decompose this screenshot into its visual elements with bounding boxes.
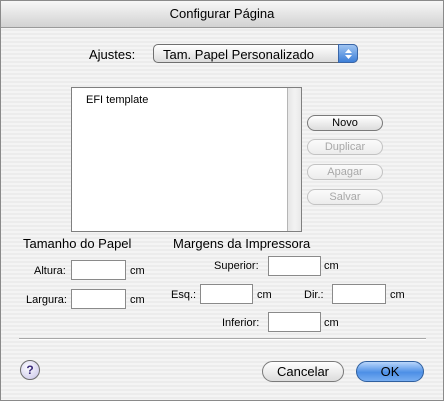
right-margin-label: Dir.: [304, 289, 324, 301]
title-bar: Configurar Página [1, 1, 443, 28]
paper-size-heading: Tamanho do Papel [23, 236, 132, 251]
left-margin-label: Esq.: [171, 289, 197, 301]
divider [19, 338, 426, 340]
left-margin-unit: cm [257, 289, 272, 301]
save-button[interactable]: Salvar [307, 189, 383, 205]
page-setup-dialog: Configurar Página Ajustes: Tam. Papel Pe… [0, 0, 444, 401]
bottom-margin-unit: cm [324, 317, 339, 329]
width-unit: cm [130, 294, 145, 306]
duplicate-button[interactable]: Duplicar [307, 139, 383, 155]
right-margin-field[interactable] [332, 284, 386, 304]
bottom-margin-label: Inferior: [222, 317, 260, 329]
new-button[interactable]: Novo [307, 115, 383, 131]
height-unit: cm [130, 265, 145, 277]
right-margin-unit: cm [390, 289, 405, 301]
ok-button[interactable]: OK [356, 361, 424, 382]
settings-popup-value: Tam. Papel Personalizado [163, 47, 315, 62]
help-icon: ? [26, 363, 34, 377]
top-margin-label: Superior: [214, 260, 259, 272]
list-scrollbar[interactable] [287, 88, 301, 231]
help-button[interactable]: ? [20, 360, 40, 380]
popup-arrows-icon [338, 44, 358, 63]
left-margin-field[interactable] [200, 284, 253, 304]
height-field[interactable] [71, 260, 126, 280]
width-label: Largura: [26, 294, 67, 306]
height-label: Altura: [34, 265, 66, 277]
width-field[interactable] [71, 289, 126, 309]
bottom-margin-field[interactable] [268, 312, 321, 332]
margins-heading: Margens da Impressora [173, 236, 311, 251]
window-title: Configurar Página [169, 6, 275, 21]
cancel-button[interactable]: Cancelar [262, 361, 344, 382]
settings-popup[interactable]: Tam. Papel Personalizado [153, 44, 358, 63]
top-margin-unit: cm [324, 260, 339, 272]
top-margin-field[interactable] [268, 256, 321, 276]
list-item[interactable]: EFI template [86, 94, 148, 106]
paper-size-list[interactable]: EFI template [71, 87, 302, 232]
delete-button[interactable]: Apagar [307, 164, 383, 180]
settings-label: Ajustes: [89, 47, 136, 62]
